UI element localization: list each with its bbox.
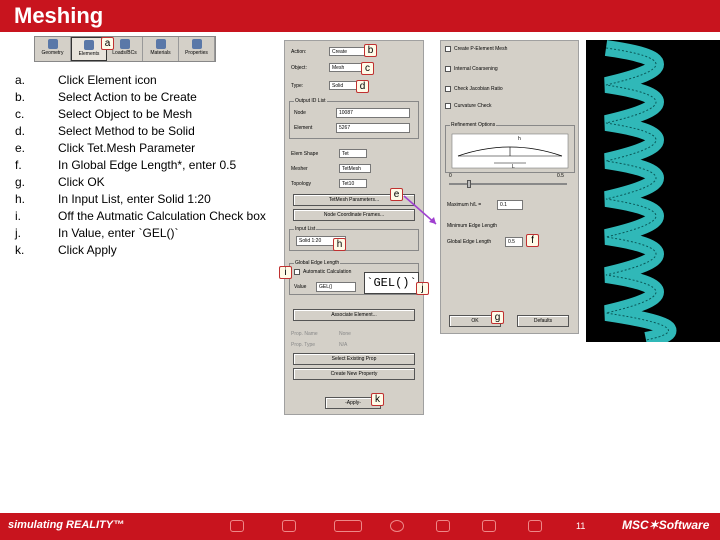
callout-f: f [526, 234, 539, 247]
create-new-property-button[interactable]: Create New Property [293, 368, 415, 380]
list-item: c. Select Object to be Mesh [15, 107, 193, 121]
list-item: f. In Global Edge Length*, enter 0.5 [15, 158, 237, 172]
output-id-group: Output ID List Node 10087 Element 5267 [289, 98, 419, 139]
application-toolbar: Geometry Elements Loads/BCs Materials Pr… [34, 36, 216, 62]
global-edge-length-input[interactable]: 0.5 [505, 237, 523, 247]
materials-icon [155, 39, 166, 49]
topology-dropdown[interactable]: Tet10 [339, 179, 367, 188]
list-item: a. Click Element icon [15, 73, 157, 87]
callout-e: e [390, 188, 403, 201]
callout-j: j [416, 282, 429, 295]
list-item: h. In Input List, enter Solid 1:20 [15, 192, 211, 206]
mesher-dropdown[interactable]: TetMesh [339, 164, 371, 173]
airplane-icon [230, 520, 244, 532]
value-input[interactable]: GEL() [316, 282, 356, 292]
max-hl-input[interactable]: 0.1 [497, 200, 523, 210]
callout-c: c [361, 62, 374, 75]
callout-i: i [279, 266, 292, 279]
ship-icon [528, 520, 542, 532]
pointer-arrow [403, 195, 437, 225]
callout-a: a [101, 37, 114, 50]
action-dropdown[interactable]: Create [329, 47, 365, 56]
list-item: b. Select Action to be Create [15, 90, 197, 104]
curvature-diagram [451, 133, 569, 169]
jacobian-checkbox[interactable] [445, 86, 451, 92]
car-icon [282, 520, 296, 532]
person-icon [482, 520, 496, 532]
associate-element-button[interactable]: Associate Element... [293, 309, 415, 321]
train-icon [334, 520, 362, 532]
toolbar-materials-button[interactable]: Materials [143, 37, 179, 61]
loads-icon [119, 39, 130, 49]
bottle-icon [436, 520, 450, 532]
footer-brand: simulating REALITY™ [8, 519, 125, 531]
list-item: j. In Value, enter `GEL()` [15, 226, 179, 240]
elem-shape-dropdown[interactable]: Tet [339, 149, 367, 158]
mesh-spring-image [586, 40, 720, 342]
list-item: e. Click Tet.Mesh Parameter [15, 141, 196, 155]
type-label: Type: [291, 82, 304, 89]
list-item: k. Click Apply [15, 243, 117, 257]
list-item: i. Off the Autmatic Calculation Check box [15, 209, 266, 223]
msc-logo: MSC✶Software [622, 518, 710, 532]
callout-d: d [356, 80, 369, 93]
object-dropdown[interactable]: Mesh [329, 63, 365, 72]
object-label: Object: [291, 64, 307, 71]
title-bar: Meshing [0, 0, 720, 32]
element-id-input[interactable]: 5267 [336, 123, 410, 133]
node-coordinate-frames-button[interactable]: Node Coordinate Frames... [293, 209, 415, 221]
elements-icon [84, 40, 94, 50]
callout-g: g [491, 311, 504, 324]
callout-k: k [371, 393, 384, 406]
properties-icon [191, 39, 202, 49]
select-existing-prop-button[interactable]: Select Existing Prop [293, 353, 415, 365]
hl-slider-thumb[interactable] [467, 180, 471, 188]
callout-b: b [364, 44, 377, 57]
p-element-checkbox[interactable] [445, 46, 451, 52]
node-id-input[interactable]: 10087 [336, 108, 410, 118]
page-title: Meshing [14, 3, 104, 28]
callout-h: h [333, 238, 346, 251]
toolbar-geometry-button[interactable]: Geometry [35, 37, 71, 61]
list-item: d. Select Method to be Solid [15, 124, 195, 138]
spring-mesh-graphic [604, 40, 677, 342]
page-number: 11 [576, 521, 586, 531]
curvature-check-checkbox[interactable] [445, 103, 451, 109]
gel-value-zoom: `GEL()` [364, 272, 419, 294]
step-list: a. Click Element icon b. Select Action to … [15, 72, 270, 259]
action-label: Action: [291, 48, 307, 55]
defaults-button[interactable]: Defaults [517, 315, 569, 327]
footer-bar: simulating REALITY™ 11 MSC✶Software [0, 513, 720, 540]
tetmesh-parameters-panel: Create P-Element Mesh Internal Coarsenin… [440, 40, 579, 334]
list-item: g. Click OK [15, 175, 105, 189]
toolbar-properties-button[interactable]: Properties [179, 37, 215, 61]
geometry-icon [47, 39, 58, 49]
internal-coarsening-checkbox[interactable] [445, 66, 451, 72]
refinement-group: Refinement Options h L [445, 122, 575, 173]
auto-calc-checkbox[interactable] [294, 269, 300, 275]
disc-icon [390, 520, 404, 532]
